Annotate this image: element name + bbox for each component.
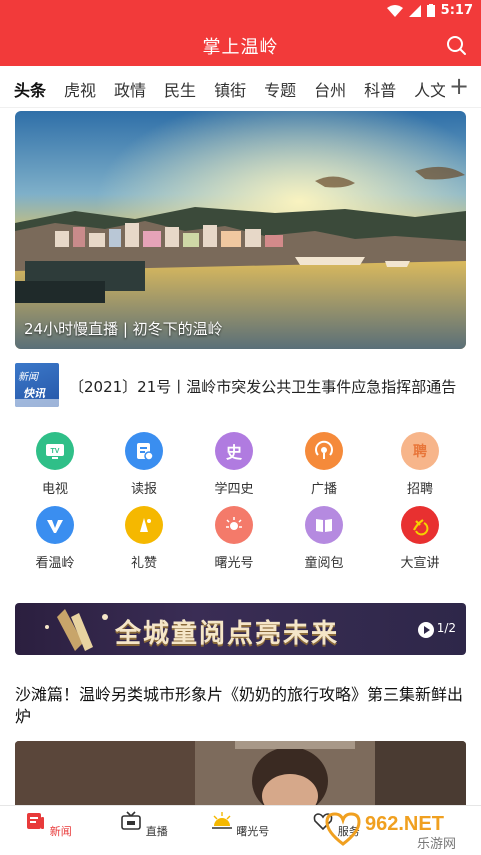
service-label: 读报 bbox=[130, 482, 157, 497]
hero-caption: 24小时慢直播 | 初冬下的温岭 bbox=[24, 320, 223, 338]
recruit-icon: 聘 bbox=[401, 432, 439, 470]
channel-tab-0[interactable]: 头条 bbox=[14, 77, 46, 101]
service-label: 曙光号 bbox=[214, 556, 254, 571]
channel-tab-4[interactable]: 镇街 bbox=[214, 77, 246, 101]
nav-dawn[interactable]: 曙光号 bbox=[205, 810, 275, 839]
app-title: 掌上温岭 bbox=[202, 37, 279, 58]
signal-icon bbox=[408, 4, 421, 17]
watch-wenling-icon bbox=[36, 506, 74, 544]
service-tv[interactable]: TV 电视 bbox=[20, 432, 90, 497]
channel-tab-8[interactable]: 人文 bbox=[414, 77, 445, 101]
channel-tab-2[interactable]: 政情 bbox=[114, 77, 146, 101]
article-thumbnail[interactable] bbox=[15, 741, 466, 811]
dawn-icon bbox=[215, 506, 253, 544]
broadcast-icon bbox=[305, 432, 343, 470]
newspaper-icon bbox=[125, 432, 163, 470]
news-flash-item[interactable]: 新闻 快讯 〔2021〕21号丨温岭市突发公共卫生事件应急指挥部通告 bbox=[15, 363, 466, 408]
watermark-text: 962.NET bbox=[365, 813, 444, 835]
hero-carousel[interactable]: 24小时慢直播 | 初冬下的温岭 bbox=[15, 111, 466, 349]
service-label: 大宣讲 bbox=[400, 556, 440, 571]
service-label: 童阅包 bbox=[304, 556, 344, 571]
channel-tab-bar: 头条虎视政情民生镇街专题台州科普人文岁 + bbox=[0, 66, 481, 108]
service-label: 礼赞 bbox=[130, 556, 157, 571]
banner-play-icon[interactable] bbox=[418, 622, 434, 638]
service-watch-wenling[interactable]: 看温岭 bbox=[20, 506, 90, 571]
service-label: 广播 bbox=[310, 482, 337, 497]
nav-live-label: 直播 bbox=[145, 825, 168, 838]
channel-tab-3[interactable]: 民生 bbox=[164, 77, 196, 101]
promo-banner[interactable]: 全城童阅点亮未来 1/2 bbox=[15, 603, 466, 655]
nav-live[interactable]: 直播 bbox=[109, 810, 179, 839]
channel-tab-5[interactable]: 专题 bbox=[264, 77, 296, 101]
hero-image bbox=[15, 111, 466, 349]
svg-text:TV: TV bbox=[51, 448, 60, 455]
live-tv-icon bbox=[121, 811, 142, 830]
service-newspaper[interactable]: 读报 bbox=[109, 432, 179, 497]
news-flash-headline: 〔2021〕21号丨温岭市突发公共卫生事件应急指挥部通告 bbox=[69, 378, 457, 396]
service-glyph: 史 bbox=[225, 443, 242, 462]
article-title[interactable]: 沙滩篇！温岭另类城市形象片《奶奶的旅行攻略》第三集新鲜出炉 bbox=[15, 684, 470, 728]
service-dawn[interactable]: 曙光号 bbox=[199, 506, 269, 571]
nav-news-label: 新闻 bbox=[49, 825, 72, 838]
search-icon[interactable] bbox=[445, 34, 467, 56]
book-icon bbox=[305, 506, 343, 544]
history-icon: 史 bbox=[215, 432, 253, 470]
watermark-sub: 乐游网 bbox=[417, 837, 456, 852]
channel-tabs: 头条虎视政情民生镇街专题台州科普人文岁 bbox=[14, 77, 445, 101]
service-book[interactable]: 童阅包 bbox=[289, 506, 359, 571]
service-party-emblem[interactable]: 大宣讲 bbox=[385, 506, 455, 571]
nav-news[interactable]: 新闻 bbox=[13, 810, 83, 839]
battery-icon bbox=[426, 4, 435, 17]
service-label: 看温岭 bbox=[35, 556, 75, 571]
channel-tab-1[interactable]: 虎视 bbox=[64, 77, 96, 101]
banner-page-indicator: 1/2 bbox=[436, 621, 456, 635]
app-header: 掌上温岭 bbox=[0, 24, 481, 66]
service-salute[interactable]: 礼赞 bbox=[109, 506, 179, 571]
tv-icon: TV bbox=[36, 432, 74, 470]
dawn-icon bbox=[211, 812, 232, 829]
status-time: 5:17 bbox=[440, 3, 473, 18]
banner-title: 全城童阅点亮未来 bbox=[115, 619, 340, 649]
channel-tab-7[interactable]: 科普 bbox=[364, 77, 396, 101]
channel-tab-6[interactable]: 台州 bbox=[314, 77, 346, 101]
nav-dawn-label: 曙光号 bbox=[236, 825, 270, 838]
watermark-logo: 962.NET 乐游网 bbox=[325, 812, 456, 852]
status-bar: 5:17 bbox=[0, 0, 481, 24]
service-history[interactable]: 史学四史 bbox=[199, 432, 269, 497]
thumb-line1: 新闻 bbox=[18, 372, 38, 383]
add-channel-icon[interactable]: + bbox=[447, 74, 471, 98]
service-label: 学四史 bbox=[214, 482, 254, 497]
service-label: 电视 bbox=[41, 482, 68, 497]
wifi-icon bbox=[386, 4, 403, 17]
news-flash-thumbnail: 新闻 快讯 bbox=[15, 363, 59, 407]
service-broadcast[interactable]: 广播 bbox=[289, 432, 359, 497]
service-label: 招聘 bbox=[406, 482, 433, 497]
article-thumbnail-image bbox=[15, 741, 466, 811]
svg-text:聘: 聘 bbox=[413, 443, 427, 460]
service-recruit[interactable]: 聘招聘 bbox=[385, 432, 455, 497]
news-icon bbox=[27, 813, 45, 829]
party-emblem-icon bbox=[401, 506, 439, 544]
salute-icon bbox=[125, 506, 163, 544]
